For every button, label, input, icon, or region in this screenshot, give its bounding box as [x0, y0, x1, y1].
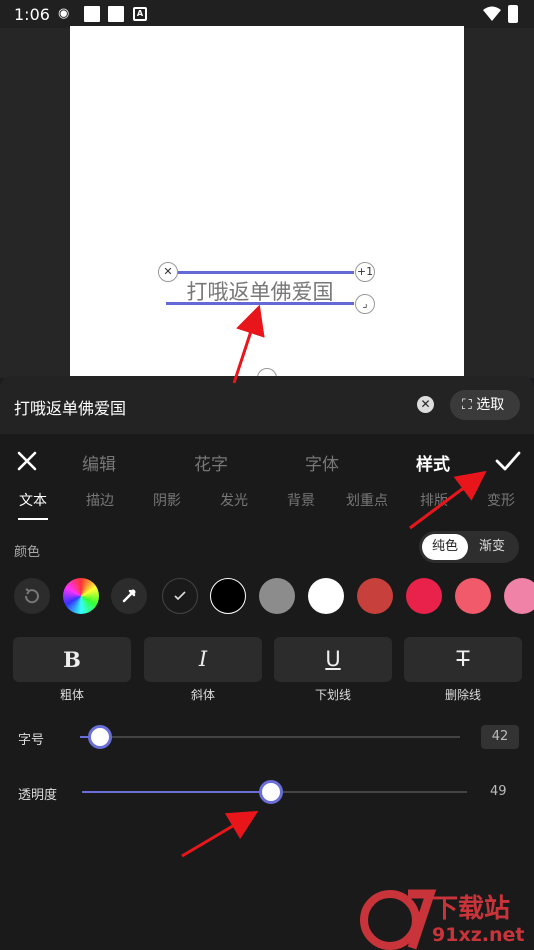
wifi-icon	[483, 6, 501, 21]
confirm-check-icon[interactable]	[494, 448, 522, 474]
style-panel: 编辑 花字 字体 样式 文本 描边 阴影 发光 背景 划重点 排版 变形 颜色 …	[0, 434, 534, 950]
select-button[interactable]: ⛶ 选取	[450, 390, 520, 420]
italic-button[interactable]: I	[144, 637, 262, 682]
mode-gradient[interactable]: 渐变	[469, 534, 515, 560]
opacity-thumb[interactable]	[259, 780, 283, 804]
underline-label: 下划线	[314, 688, 351, 702]
color-swatch[interactable]	[308, 578, 344, 614]
color-swatch[interactable]	[259, 578, 295, 614]
bold-button[interactable]: B	[13, 637, 131, 682]
color-wheel-icon[interactable]	[63, 578, 99, 614]
subtab-glow[interactable]: 发光	[220, 490, 248, 510]
text-element[interactable]: 打哦返单佛爱国	[166, 271, 354, 305]
tab-edit[interactable]: 编辑	[82, 450, 116, 475]
text-input-bar: 打哦返单佛爱国 ✕ ⛶ 选取	[0, 376, 534, 434]
clear-icon[interactable]: ✕	[417, 396, 434, 413]
color-swatch[interactable]	[210, 578, 246, 614]
opacity-value: 49	[490, 784, 507, 799]
text-input[interactable]: 打哦返单佛爱国	[14, 395, 126, 419]
color-swatch[interactable]	[406, 578, 442, 614]
opacity-label: 透明度	[18, 788, 58, 803]
subtab-background[interactable]: 背景	[287, 490, 315, 510]
color-swatch[interactable]	[455, 578, 491, 614]
battery-icon	[508, 5, 518, 23]
color-swatch[interactable]	[357, 578, 393, 614]
resize-handle-icon[interactable]: ⌟	[355, 294, 375, 314]
italic-label: 斜体	[190, 688, 215, 702]
subtab-transform[interactable]: 变形	[487, 490, 515, 510]
subtab-text[interactable]: 文本	[19, 490, 47, 510]
font-size-label: 字号	[18, 733, 45, 748]
font-size-thumb[interactable]	[88, 725, 112, 749]
subtab-shadow[interactable]: 阴影	[153, 490, 181, 510]
duplicate-handle-icon[interactable]: +1	[355, 262, 375, 282]
strikethrough-button[interactable]: T	[404, 637, 522, 682]
font-size-track[interactable]	[80, 736, 460, 738]
watermark-name: 下载站	[432, 894, 511, 924]
a-notification-icon: A	[133, 7, 147, 21]
tab-flower-text[interactable]: 花字	[194, 450, 228, 475]
mode-solid[interactable]: 纯色	[422, 534, 468, 560]
underline-button[interactable]: U	[274, 637, 392, 682]
reset-color-icon[interactable]	[14, 578, 50, 614]
delete-handle-icon[interactable]: ✕	[158, 262, 178, 282]
bold-label: 粗体	[59, 688, 84, 702]
watermark-url: 91xz.net	[432, 924, 525, 946]
color-label: 颜色	[14, 545, 41, 560]
subtab-stroke[interactable]: 描边	[86, 490, 114, 510]
close-icon[interactable]	[14, 448, 40, 474]
eyedropper-icon[interactable]	[111, 578, 147, 614]
color-mode-toggle[interactable]: 纯色 渐变	[419, 531, 519, 563]
font-size-value[interactable]: 42	[481, 725, 519, 749]
canvas-text: 打哦返单佛爱国	[186, 280, 334, 304]
canvas[interactable]	[70, 26, 464, 376]
status-time: 1:06	[14, 5, 50, 24]
color-swatch[interactable]	[504, 578, 534, 614]
status-bar: 1:06 ◉ A	[0, 0, 534, 28]
subtab-underline	[18, 518, 48, 520]
opacity-fill	[82, 791, 270, 793]
subtab-layout[interactable]: 排版	[420, 490, 448, 510]
no-color-selected-icon[interactable]	[162, 578, 198, 614]
tab-font[interactable]: 字体	[305, 450, 339, 475]
weibo-icon: ◉	[58, 6, 70, 21]
strikethrough-label: 删除线	[444, 688, 481, 702]
tab-style[interactable]: 样式	[416, 450, 450, 475]
notification-icon	[84, 6, 100, 22]
notification-icon	[108, 6, 124, 22]
subtab-highlight[interactable]: 划重点	[346, 490, 388, 510]
